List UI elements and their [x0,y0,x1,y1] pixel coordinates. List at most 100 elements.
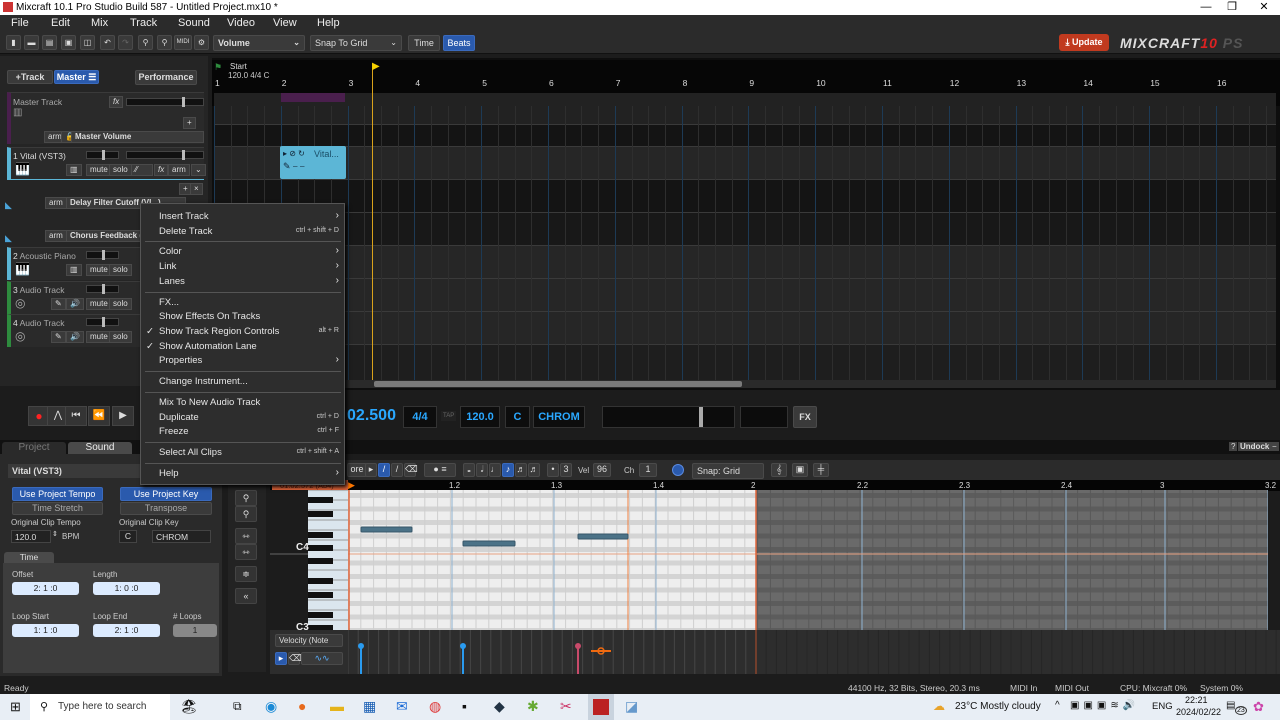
black-key[interactable] [308,545,333,551]
fx-button[interactable]: FX [793,406,817,428]
snap-select[interactable]: Snap To Grid ⌄ [310,35,402,51]
play-button[interactable]: ▶ [112,406,134,426]
black-key[interactable] [308,612,333,618]
zoom-in-icon[interactable]: ⚲ [138,35,153,50]
language-indicator[interactable]: ENG [1152,701,1173,712]
app-icon[interactable]: ◪ [625,698,638,715]
volume-icon[interactable]: 🔊 [66,331,84,343]
menu-item-link[interactable]: Link › [159,260,341,272]
pencil-icon[interactable]: ✎ [51,331,66,343]
tray-chevron-icon[interactable]: ^ [1055,700,1060,711]
chrome-icon[interactable]: ◍ [429,698,441,715]
fit-vertical-icon[interactable]: ≑ [235,566,257,582]
snap-grid-select[interactable]: Snap: Grid [692,463,764,479]
key-input[interactable]: C [119,530,137,543]
pan-knob[interactable] [86,284,119,294]
tray-icons[interactable]: ▣▣▣≋🔊 [1070,700,1139,711]
menu-item-color[interactable]: Color › [159,245,341,257]
quarter-note-icon[interactable]: ♩ [489,463,501,477]
edge-icon[interactable]: ◉ [265,698,277,715]
undock-button[interactable]: Undock [1238,442,1272,451]
layers-icon[interactable]: ▣ [792,463,808,477]
piano-keyboard[interactable] [270,489,348,631]
rewind-button[interactable]: ⏪ [88,406,110,426]
clip-controls-icon[interactable]: ▸ ⊘ ↻ [283,149,305,158]
clock-time[interactable]: 22:21 [1185,695,1208,705]
use-project-key-button[interactable]: Use Project Key [120,487,212,501]
piano-roll-grid[interactable] [348,490,1268,630]
store-icon[interactable]: ▦ [363,698,376,715]
volume-icon[interactable]: 🔊 [66,298,84,310]
menu-track[interactable]: Track [130,17,157,29]
velocity-curve-icon[interactable]: ∿∿ [301,652,343,665]
minimize-panel-button[interactable]: − [1270,442,1279,451]
menu-item-select-all-clips[interactable]: Select All Clips ctrl + shift + A [159,447,341,458]
scale-select[interactable]: CHROM [152,530,211,543]
clock-date[interactable]: 2024/02/22 [1176,707,1221,717]
piano-icon[interactable]: ▥ [66,164,82,176]
velocity-select-tool-icon[interactable]: ▸ [275,652,287,665]
pan-knob[interactable] [86,317,119,327]
time-signature[interactable]: 4/4 [403,406,437,428]
update-button[interactable]: ⤓ Update [1059,34,1109,51]
more-button[interactable]: ore [347,463,367,477]
solo-button[interactable]: solo [109,298,132,310]
time-button[interactable]: Time [408,35,440,51]
shrink-horizontal-icon[interactable]: ⇿ [235,544,257,560]
zoom-out-icon[interactable]: ⚲ [235,506,257,522]
add-track-button[interactable]: +Track [7,70,53,84]
open-folder-icon[interactable]: ▬ [24,35,39,50]
tab-sound[interactable]: Sound [68,442,132,454]
sixteenth-note-icon[interactable]: ♬ [515,463,527,477]
snipping-tool-icon[interactable]: ✂ [560,698,572,715]
chevron-down-icon[interactable]: ⌄ [191,164,206,176]
solo-button[interactable]: solo [109,164,132,176]
mute-button[interactable]: mute [86,164,112,176]
brush-tool-icon[interactable]: / [391,463,403,477]
menu-item-show-track-region-controls[interactable]: Show Track Region Controls ✓ alt + R [146,326,341,337]
windows-start-icon[interactable]: ⊞ [10,699,21,715]
half-note-icon[interactable]: 𝅗𝅥 [476,463,488,477]
settings-icon[interactable]: ⚙ [194,35,209,50]
undo-icon[interactable]: ↶ [100,35,115,50]
note-color-icon[interactable] [672,464,684,476]
mute-button[interactable]: mute [86,298,112,310]
help-button[interactable]: ? [1229,442,1238,451]
tab-time[interactable]: Time [4,552,54,563]
velocity-select[interactable]: Velocity (Note [275,634,343,647]
save-icon[interactable]: ▣ [61,35,76,50]
menu-view[interactable]: View [273,17,297,29]
add-lane-button[interactable]: + [183,117,196,129]
menu-item-show-automation-lane[interactable]: Show Automation Lane ✓ [146,341,341,352]
menu-item-help[interactable]: Help › [159,467,341,479]
close-button[interactable]: ✕ [1248,0,1280,15]
midi-clip[interactable]: ▸ ⊘ ↻ Vital... ✎ ⎯ ⎯ [280,146,346,179]
horizontal-scrollbar[interactable] [214,380,1276,388]
menu-item-duplicate[interactable]: Duplicate ctrl + D [159,412,341,423]
black-key[interactable] [308,497,333,503]
beats-button[interactable]: Beats [443,35,475,51]
maximize-button[interactable]: ❐ [1216,0,1248,15]
velocity-lane[interactable]: Velocity (Note ▸ ⌫ ∿∿ [270,630,1280,674]
pan-knob[interactable] [86,150,119,160]
use-project-tempo-button[interactable]: Use Project Tempo [12,487,103,501]
fx-button[interactable]: fx [154,164,169,176]
menu-video[interactable]: Video [227,17,255,29]
playhead[interactable] [372,64,373,380]
transpose-button[interactable]: Transpose [120,502,212,515]
velocity-handle[interactable] [575,643,581,649]
tempo-display[interactable]: 120.0 [460,406,500,428]
offset-field[interactable]: 2: 1 :0 [12,582,79,595]
color-mode-icon[interactable]: ● ≡ [424,463,456,477]
pencil-icon[interactable]: ✎ [51,298,66,310]
automation-lane-select[interactable]: Master Volume [71,131,204,143]
news-widget-icon[interactable]: 🏖 [180,698,198,715]
velocity-handle[interactable] [358,643,364,649]
menu-mix[interactable]: Mix [91,17,108,29]
zoom-in-icon[interactable]: ⚲ [235,490,257,506]
mute-button[interactable]: mute [86,264,112,276]
whole-note-icon[interactable]: 𝅝 [463,463,475,477]
menu-edit[interactable]: Edit [51,17,70,29]
menu-item-show-effects-on-tracks[interactable]: Show Effects On Tracks [159,311,341,322]
menu-item-properties[interactable]: Properties › [159,354,341,366]
